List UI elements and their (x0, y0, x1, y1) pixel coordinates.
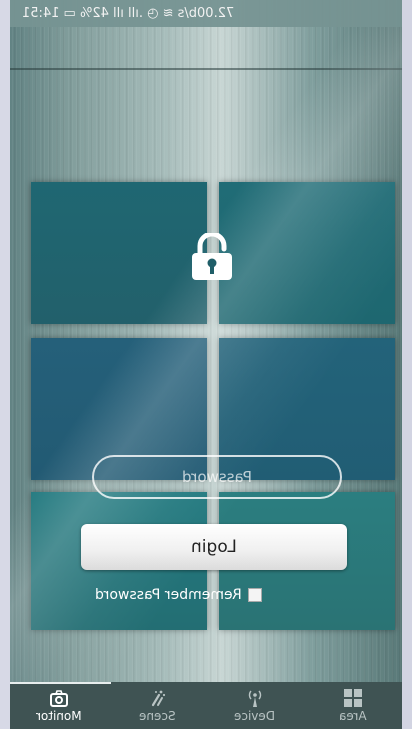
lock-icon (192, 233, 232, 280)
login-button-label: Login (191, 537, 237, 557)
scene-icon (151, 690, 166, 707)
password-input[interactable] (92, 455, 342, 499)
tab-area[interactable]: Area (304, 682, 402, 729)
tab-scene[interactable]: Scene (108, 682, 206, 729)
tab-label: Scene (138, 709, 176, 723)
tab-device[interactable]: Device (206, 682, 304, 729)
right-edge-strip (402, 0, 412, 729)
device-antenna-icon (248, 690, 262, 707)
status-bar-text: 72.00b/s ≋ ◷ .ıll ıll 42% ▭ 14:51 (22, 6, 235, 21)
login-button[interactable]: Login (81, 524, 347, 570)
remember-password-checkbox[interactable] (248, 588, 262, 602)
left-edge-strip (0, 0, 10, 729)
tab-monitor[interactable]: Monitor (10, 682, 108, 729)
remember-password-label: Remember Password (95, 587, 242, 603)
header-divider (10, 68, 402, 70)
tab-label: Device (234, 709, 276, 723)
active-tab-indicator (10, 682, 111, 684)
bottom-tab-bar: Monitor Scene Device Area (10, 682, 402, 729)
status-bar: 72.00b/s ≋ ◷ .ıll ıll 42% ▭ 14:51 (10, 0, 402, 27)
tab-label: Area (339, 709, 367, 723)
background-tile (31, 182, 207, 324)
camera-icon (50, 690, 68, 707)
tab-label: Monitor (36, 709, 82, 723)
grid-icon (344, 689, 362, 707)
remember-password-option[interactable]: Remember Password (86, 585, 262, 605)
background-tile (219, 182, 395, 324)
